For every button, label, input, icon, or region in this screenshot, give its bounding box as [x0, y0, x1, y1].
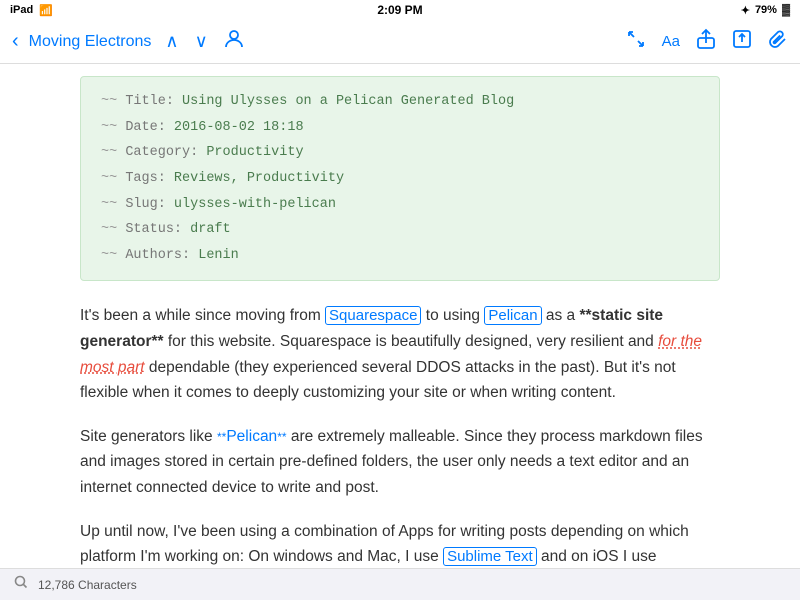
nav-bar: ‹ Moving Electrons ∧ ∨ Aa [0, 20, 800, 64]
nav-left: ‹ Moving Electrons ∧ ∨ [12, 27, 246, 57]
para2-text1: Site generators like [80, 428, 217, 445]
tilde-4: ~~ [101, 171, 117, 186]
paragraph-1: It's been a while since moving from Squa… [80, 303, 720, 405]
frontmatter-line-3: ~~ Category: Productivity [101, 140, 699, 166]
status-bar: iPad 📶 2:09 PM ✦ 79% ▓ [0, 0, 800, 20]
status-left: iPad 📶 [10, 4, 53, 17]
sublime-text-link[interactable]: Sublime Text [443, 547, 537, 566]
tilde-1: ~~ [101, 94, 117, 109]
tilde-6: ~~ [101, 222, 117, 237]
char-count: 12,786 Characters [38, 578, 137, 592]
battery-icon: ▓ [782, 4, 790, 16]
tilde-2: ~~ [101, 120, 117, 135]
status-time: 2:09 PM [377, 3, 422, 17]
frontmatter-line-4: ~~ Tags: Reviews, Productivity [101, 166, 699, 192]
nav-back-label[interactable]: Moving Electrons [29, 33, 152, 51]
fm-val-4: Reviews, Productivity [174, 171, 344, 186]
bluetooth-icon: ✦ [741, 4, 750, 17]
fm-key-3: Category: [125, 145, 206, 160]
fm-key-4: Tags: [125, 171, 174, 186]
pelican-link-1[interactable]: Pelican [484, 306, 541, 325]
paragraph-2: Site generators like **Pelican** are ext… [80, 424, 720, 501]
para1-text2: to using [421, 307, 484, 324]
search-icon[interactable] [14, 575, 28, 594]
resize-icon-button[interactable] [626, 29, 646, 54]
fm-val-5: ulysses-with-pelican [174, 197, 336, 212]
fm-val-7: Lenin [198, 248, 239, 263]
para1-text1: It's been a while since moving from [80, 307, 325, 324]
fm-key-2: Date: [125, 120, 174, 135]
fm-val-6: draft [190, 222, 231, 237]
tilde-3: ~~ [101, 145, 117, 160]
fm-val-1: Using Ulysses on a Pelican Generated Blo… [182, 94, 514, 109]
for-most-part-italic: for the most part [80, 333, 702, 376]
attach-button[interactable] [768, 29, 788, 54]
nav-up-button[interactable]: ∧ [161, 29, 182, 54]
article-body: It's been a while since moving from Squa… [0, 293, 800, 568]
frontmatter-line-5: ~~ Slug: ulysses-with-pelican [101, 192, 699, 218]
battery-percent: 79% [755, 4, 777, 16]
para3-text2: and on iOS I use [537, 548, 657, 565]
ipad-label: iPad [10, 4, 33, 16]
pelican-link-2[interactable]: **Pelican** [217, 428, 287, 445]
squarespace-link[interactable]: Squarespace [325, 306, 421, 325]
back-arrow-icon[interactable]: ‹ [12, 30, 19, 53]
font-button[interactable]: Aa [662, 33, 680, 50]
nav-right: Aa [626, 28, 788, 55]
bottom-bar: 12,786 Characters [0, 568, 800, 600]
frontmatter-line-1: ~~ Title: Using Ulysses on a Pelican Gen… [101, 89, 699, 115]
fm-key-5: Slug: [125, 197, 174, 212]
tilde-5: ~~ [101, 197, 117, 212]
share-button[interactable] [696, 28, 716, 55]
person-icon[interactable] [222, 27, 246, 57]
fm-val-3: Productivity [206, 145, 303, 160]
export-button[interactable] [732, 29, 752, 54]
tilde-7: ~~ [101, 248, 117, 263]
fm-val-2: 2016-08-02 18:18 [174, 120, 304, 135]
frontmatter-block: ~~ Title: Using Ulysses on a Pelican Gen… [80, 76, 720, 281]
main-content: ~~ Title: Using Ulysses on a Pelican Gen… [0, 64, 800, 568]
fm-key-6: Status: [125, 222, 190, 237]
paragraph-3: Up until now, I've been using a combinat… [80, 519, 720, 568]
frontmatter-line-2: ~~ Date: 2016-08-02 18:18 [101, 115, 699, 141]
nav-down-button[interactable]: ∨ [191, 29, 212, 54]
status-right: ✦ 79% ▓ [741, 4, 790, 17]
fm-key-7: Authors: [125, 248, 198, 263]
wifi-icon: 📶 [39, 4, 53, 17]
frontmatter-line-7: ~~ Authors: Lenin [101, 243, 699, 269]
fm-key-1: Title: [125, 94, 182, 109]
frontmatter-line-6: ~~ Status: draft [101, 217, 699, 243]
nav-arrows: ∧ ∨ [161, 29, 211, 54]
